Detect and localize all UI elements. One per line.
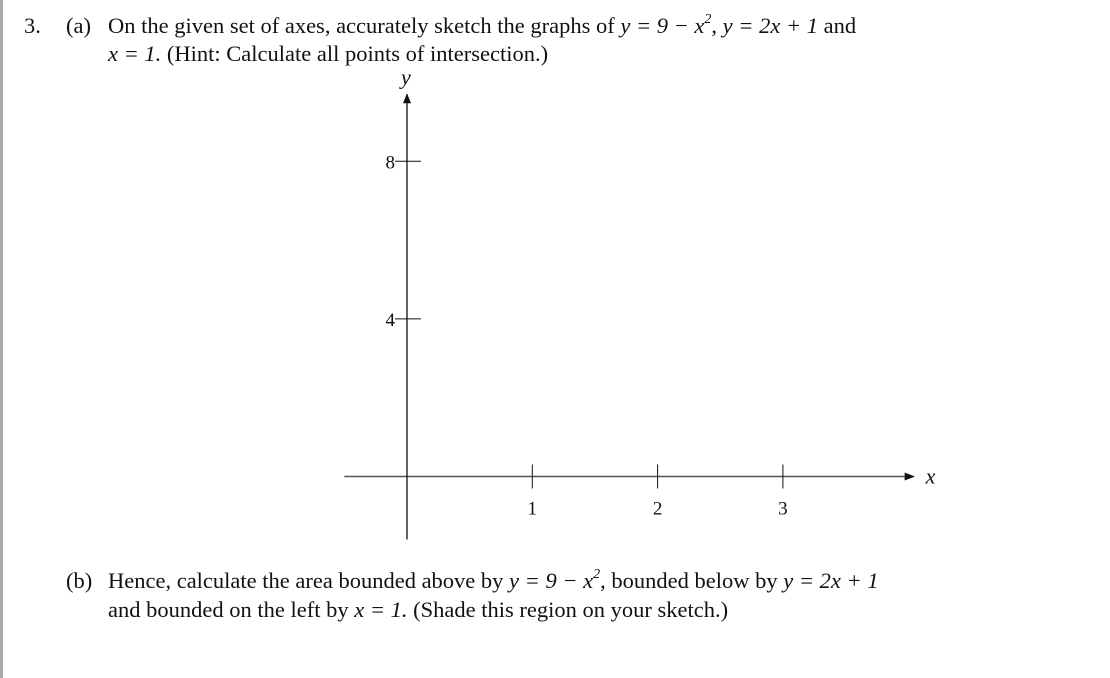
y-tick-label-4: 4 — [386, 310, 396, 331]
x-tick-label-3: 3 — [778, 499, 788, 520]
part-b-equation-vertical: x = 1. — [354, 597, 408, 622]
part-b-line-2: and bounded on the left by x = 1. (Shade… — [108, 596, 728, 624]
part-b-equation-parabola: y = 9 − x2 — [509, 566, 601, 593]
part-b-text-2a: and bounded on the left by — [108, 597, 349, 622]
part-b-line-1: Hence, calculate the area bounded above … — [108, 567, 879, 595]
x-tick-label-1: 1 — [528, 499, 538, 520]
part-b-equation-line: y = 2x + 1 — [783, 568, 879, 593]
part-b-text: Hence, calculate the area bounded above … — [108, 568, 504, 593]
part-b-mid-text: , bounded below by — [600, 568, 778, 593]
part-b-label: (b) — [66, 568, 93, 593]
y-axis-label: y — [399, 64, 411, 89]
x-tick-label-2: 2 — [653, 499, 663, 520]
y-tick-label-8: 8 — [386, 152, 396, 173]
x-axis-label: x — [925, 464, 936, 489]
part-b-text-2b: (Shade this region on your sketch.) — [413, 597, 729, 622]
